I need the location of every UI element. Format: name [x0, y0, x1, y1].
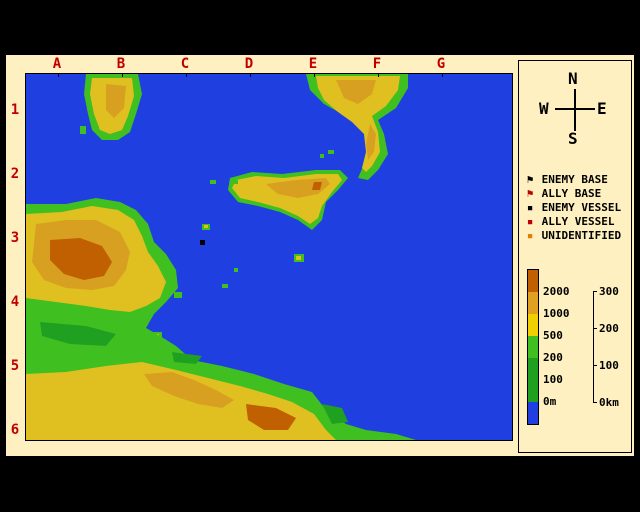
grid-column-label: C	[180, 56, 190, 72]
compass-horizontal-line	[555, 108, 595, 110]
grid-tick	[378, 74, 379, 77]
legend-ally-base: ⚑ ALLY BASE	[526, 187, 602, 200]
distance-scale-line	[593, 291, 594, 403]
elevation-label: 2000	[543, 285, 570, 298]
grid-tick	[314, 74, 315, 77]
distance-tick	[593, 365, 597, 366]
compass-vertical-line	[574, 89, 576, 131]
legend-enemy-base: ⚑ ENEMY BASE	[526, 173, 608, 186]
enemy-base-flag-icon: ⚑	[526, 173, 534, 186]
grid-tick	[58, 74, 59, 77]
grid-row-label: 2	[10, 166, 20, 182]
distance-tick	[593, 328, 597, 329]
elevation-swatch-1000	[528, 292, 538, 314]
distance-label: 100	[599, 359, 619, 372]
elevation-swatch-lowland	[528, 380, 538, 402]
legend-unidentified: ▪ UNIDENTIFIED	[526, 229, 622, 242]
grid-tick	[186, 74, 187, 77]
tactical-map[interactable]	[25, 73, 513, 441]
grid-column-label: G	[436, 56, 446, 72]
grid-row-label: 1	[10, 102, 20, 118]
legend-ally-vessel: ▪ ALLY VESSEL	[526, 215, 615, 228]
compass-south: S	[568, 129, 578, 148]
grid-column-label: E	[308, 56, 318, 72]
elevation-swatch-100	[528, 358, 538, 380]
compass-west: W	[539, 99, 549, 118]
ally-vessel-dot-icon: ▪	[526, 215, 534, 228]
unidentified-dot-icon: ▪	[526, 229, 534, 242]
elevation-scale-bar	[527, 269, 539, 425]
distance-label: 300	[599, 285, 619, 298]
compass: N S W E	[537, 69, 613, 148]
elevation-swatch-500	[528, 314, 538, 336]
grid-column-label: F	[372, 56, 382, 72]
grid-column-label: B	[116, 56, 126, 72]
enemy-vessel-dot-icon: ▪	[526, 201, 534, 214]
grid-tick	[442, 74, 443, 77]
compass-north: N	[568, 69, 578, 88]
grid-row-label: 6	[10, 422, 20, 438]
grid-column-label: A	[52, 56, 62, 72]
grid-row-label: 4	[10, 294, 20, 310]
grid-column-label: D	[244, 56, 254, 72]
elevation-label: 1000	[543, 307, 570, 320]
elevation-swatch-0m	[528, 402, 538, 424]
grid-row-label: 3	[10, 230, 20, 246]
enemy-vessel-marker[interactable]	[200, 240, 205, 245]
legend-enemy-vessel: ▪ ENEMY VESSEL	[526, 201, 622, 214]
map-sidebar: N S W E ⚑ ENEMY BASE ⚑ ALLY BASE ▪ ENEMY…	[518, 60, 632, 453]
screen: A B C D E F G 1 2 3 4 5 6 N S W E ⚑ ENEM…	[0, 0, 640, 512]
terrain-map	[26, 74, 512, 440]
compass-east: E	[597, 99, 607, 118]
distance-label: 200	[599, 322, 619, 335]
ally-base-flag-icon: ⚑	[526, 187, 534, 200]
grid-tick	[122, 74, 123, 77]
elevation-swatch-200	[528, 336, 538, 358]
distance-tick	[593, 291, 597, 292]
elevation-label: 200	[543, 351, 563, 364]
distance-tick	[593, 402, 597, 403]
distance-label: 0km	[599, 396, 619, 409]
elevation-swatch-2000	[528, 270, 538, 292]
elevation-label: 100	[543, 373, 563, 386]
grid-row-label: 5	[10, 358, 20, 374]
elevation-label: 0m	[543, 395, 557, 408]
elevation-label: 500	[543, 329, 563, 342]
grid-tick	[250, 74, 251, 77]
